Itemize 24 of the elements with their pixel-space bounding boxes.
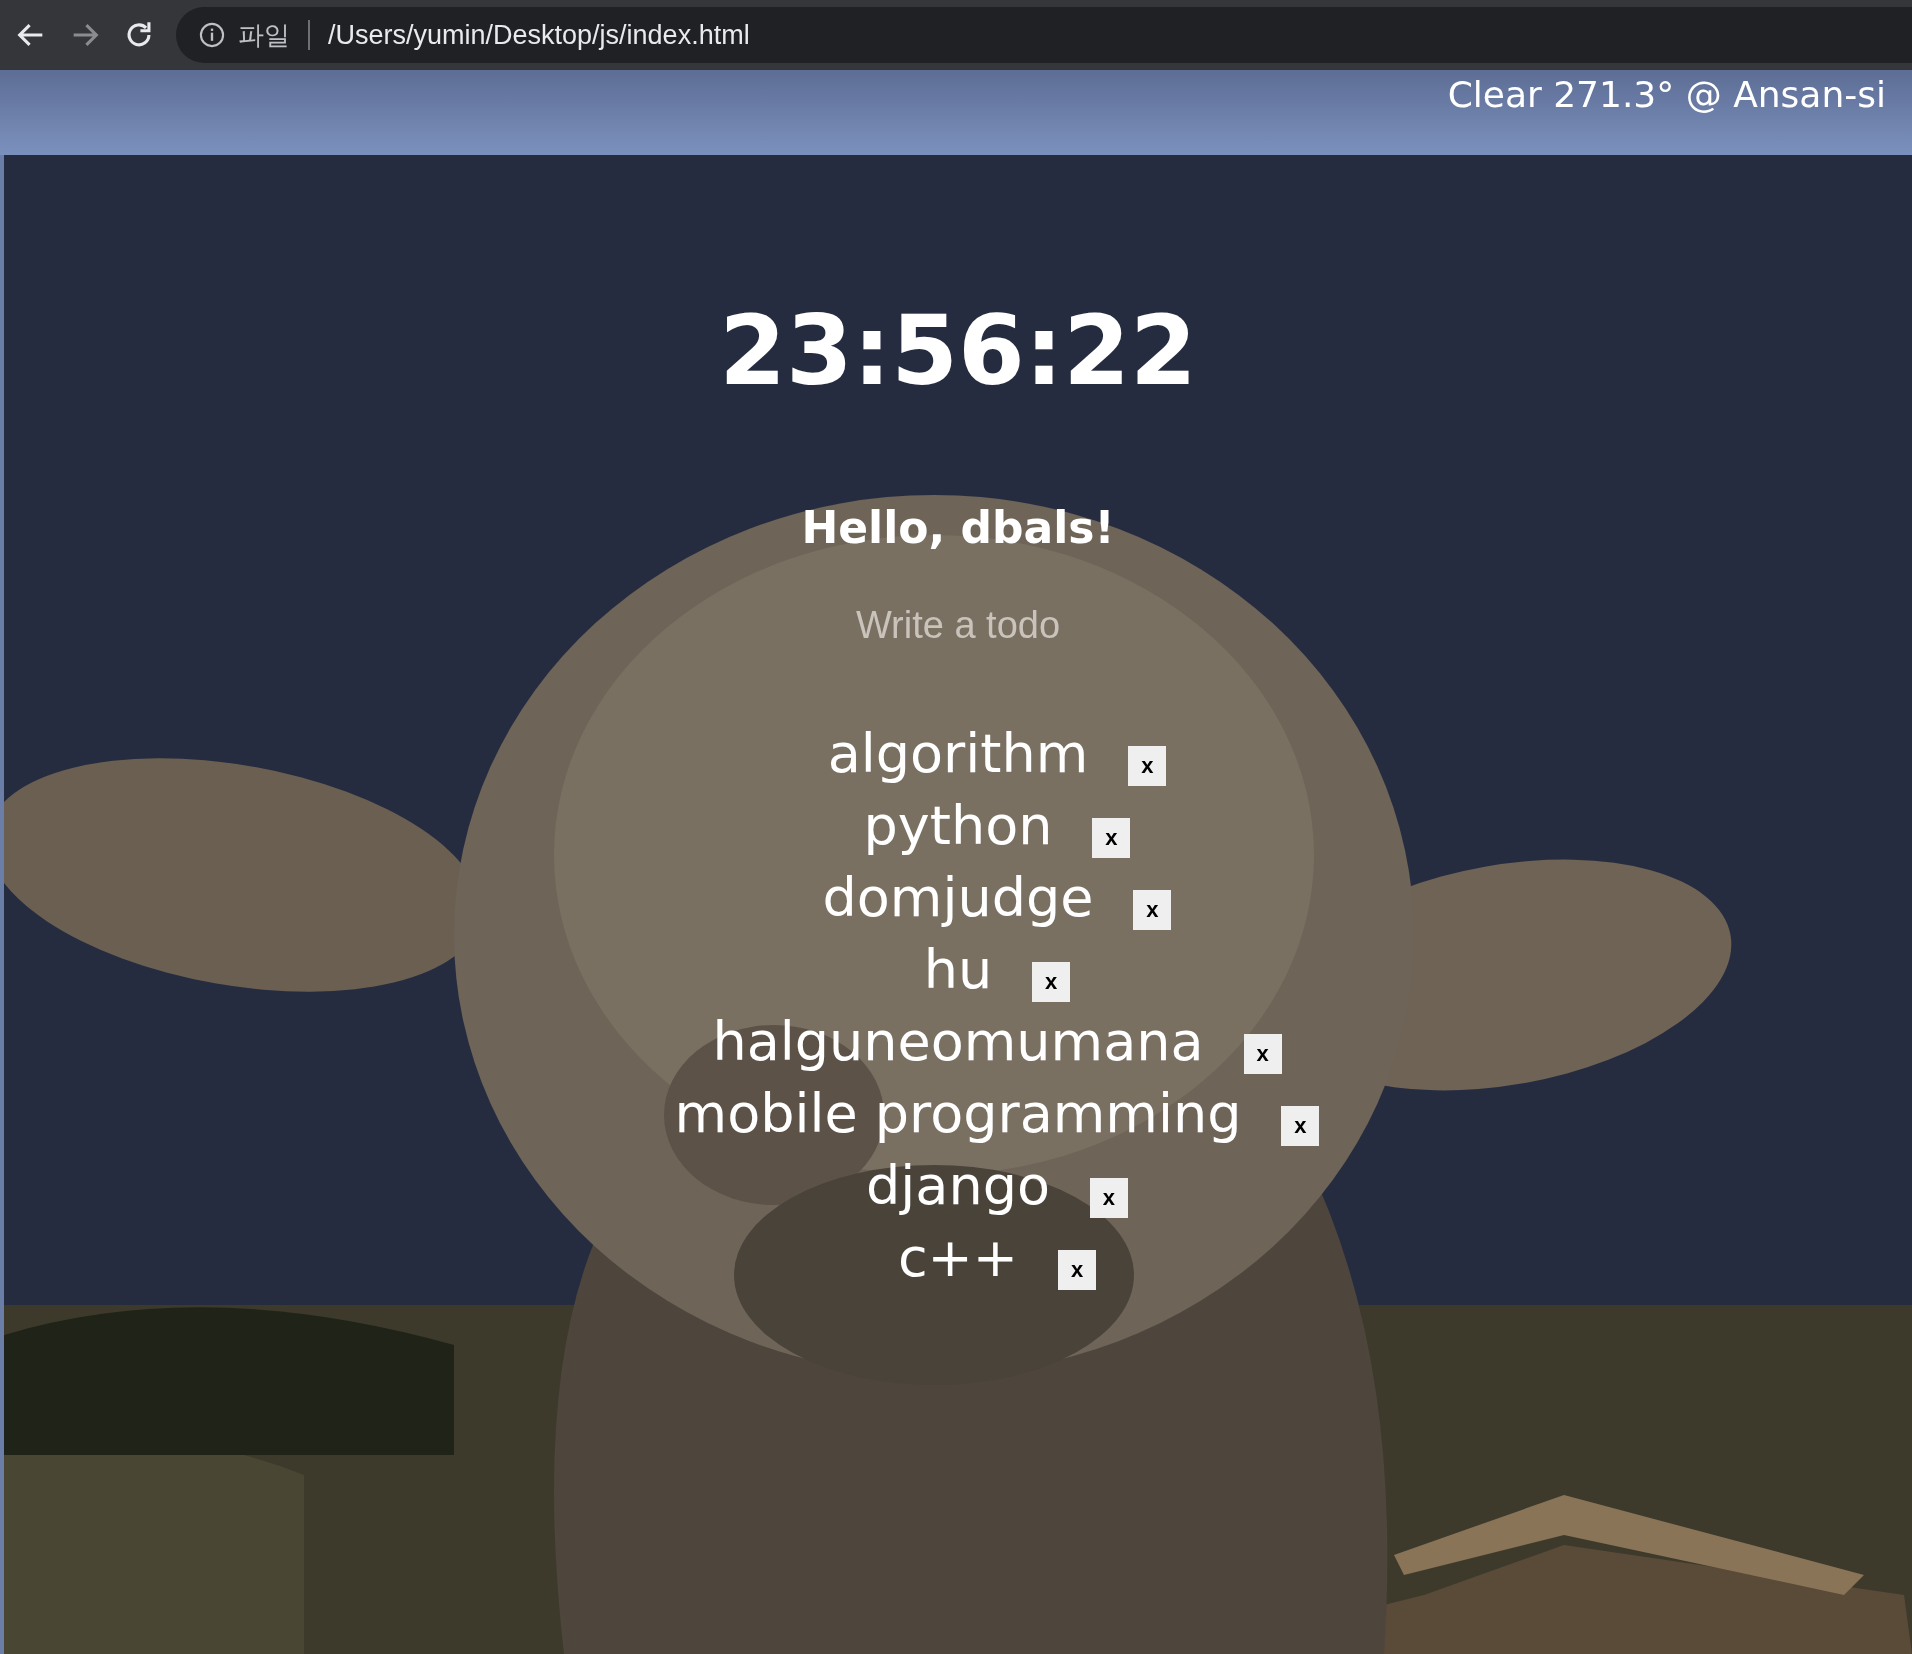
todo-input-field[interactable]: Write a todo bbox=[746, 603, 1170, 648]
todo-text: domjudge bbox=[822, 865, 1094, 931]
todo-text: halguneomumana bbox=[712, 1009, 1204, 1075]
url-text: /Users/yumin/Desktop/js/index.html bbox=[328, 19, 750, 51]
delete-button[interactable]: x bbox=[1092, 818, 1131, 858]
todo-text: algorithm bbox=[827, 721, 1089, 787]
weather-text: Clear 271.3° @ Ansan-si bbox=[1447, 74, 1886, 115]
delete-button[interactable]: x bbox=[1281, 1106, 1320, 1146]
info-icon[interactable] bbox=[198, 21, 226, 49]
delete-button[interactable]: x bbox=[1243, 1034, 1282, 1074]
todo-text: django bbox=[866, 1153, 1050, 1219]
delete-button[interactable]: x bbox=[1133, 890, 1172, 930]
delete-button[interactable]: x bbox=[1032, 962, 1071, 1002]
todo-text: python bbox=[863, 793, 1053, 859]
delete-button[interactable]: x bbox=[1089, 1178, 1128, 1218]
todo-text: mobile programming bbox=[674, 1081, 1242, 1147]
greeting-text: Hello, dbals! bbox=[801, 502, 1115, 553]
delete-button[interactable]: x bbox=[1058, 1250, 1097, 1290]
address-bar[interactable]: 파일 /Users/yumin/Desktop/js/index.html bbox=[176, 7, 1912, 63]
delete-button[interactable]: x bbox=[1128, 746, 1167, 786]
clock-text: 23:56:22 bbox=[719, 295, 1197, 407]
scheme-label: 파일 bbox=[238, 18, 290, 52]
todo-text: hu bbox=[923, 937, 993, 1003]
todo-text: c++ bbox=[897, 1225, 1019, 1291]
